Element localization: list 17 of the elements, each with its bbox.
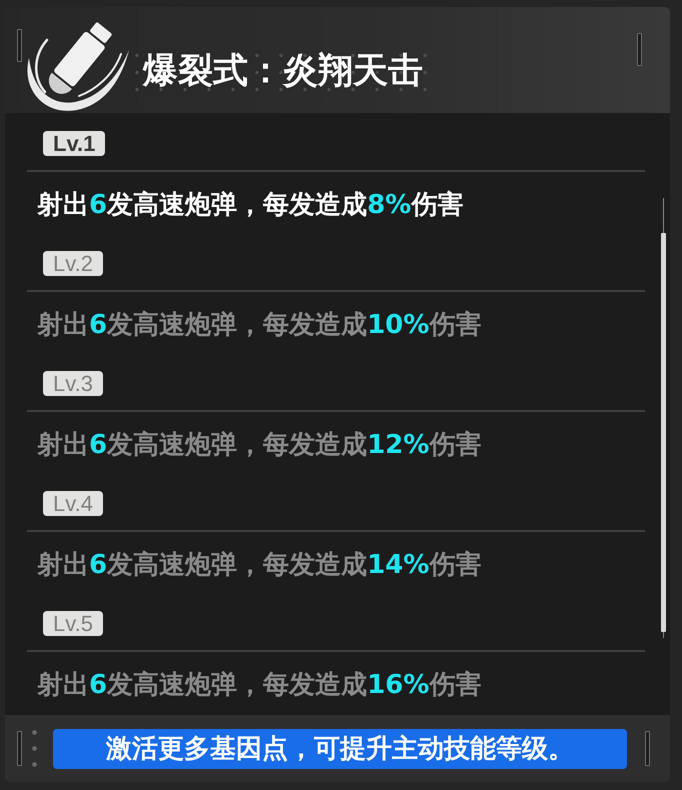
edge-mark-icon [17, 29, 22, 62]
edge-mark-icon [17, 731, 22, 766]
level-description: 射出6发高速炮弹，每发造成8%伤害 [37, 189, 464, 222]
edge-mark-icon [637, 33, 642, 66]
level-tag: Lv.2 [43, 251, 103, 276]
skill-title: 爆裂式：炎翔天击 [143, 50, 423, 93]
hint-banner: 激活更多基因点，可提升主动技能等级。 [53, 728, 627, 768]
level-tag: Lv.1 [43, 131, 106, 156]
level-description: 射出6发高速炮弹，每发造成14%伤害 [37, 549, 482, 582]
level-description: 射出6发高速炮弹，每发造成10%伤害 [37, 309, 482, 342]
level-tag: Lv.5 [43, 611, 103, 636]
level-tag: Lv.4 [43, 491, 103, 516]
edge-mark-icon [645, 731, 650, 766]
grip-dots-icon [32, 730, 37, 767]
level-description: 射出6发高速炮弹，每发造成12%伤害 [37, 429, 482, 462]
level-tag: Lv.3 [43, 371, 103, 396]
level-description: 射出6发高速炮弹，每发造成16%伤害 [37, 669, 482, 702]
